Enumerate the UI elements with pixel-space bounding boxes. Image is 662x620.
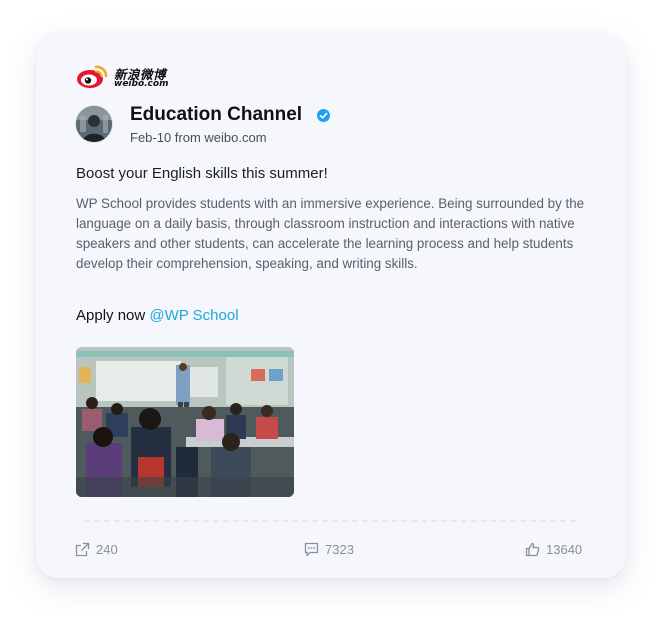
repost-count: 240 (96, 542, 118, 557)
comment-icon (304, 542, 319, 557)
share-icon (75, 542, 90, 557)
avatar[interactable] (76, 106, 112, 142)
mention-link[interactable]: @WP School (149, 307, 238, 324)
post-body: WP School provides students with an imme… (76, 196, 585, 271)
divider (84, 520, 576, 522)
logo-text-en: weibo.com (114, 79, 169, 89)
call-to-action: Apply now @WP School (76, 307, 239, 324)
comment-count: 7323 (325, 542, 354, 557)
weibo-logo[interactable]: 新浪微博 weibo.com (76, 62, 186, 92)
post-headline: Boost your English skills this summer! (76, 165, 328, 182)
avatar-image (76, 106, 112, 142)
like-count: 13640 (546, 542, 583, 557)
classroom-photo (76, 347, 294, 497)
post-card: 新浪微博 weibo.com Education Channel Feb-10 … (36, 33, 626, 578)
thumbs-up-icon (525, 542, 540, 557)
weibo-eye-icon (77, 65, 108, 88)
post-timestamp-source: Feb-10 from weibo.com (130, 130, 267, 145)
verified-check-icon (317, 109, 330, 122)
cta-text: Apply now (76, 307, 146, 324)
account-name[interactable]: Education Channel (130, 104, 302, 126)
post-photo[interactable] (76, 347, 294, 497)
